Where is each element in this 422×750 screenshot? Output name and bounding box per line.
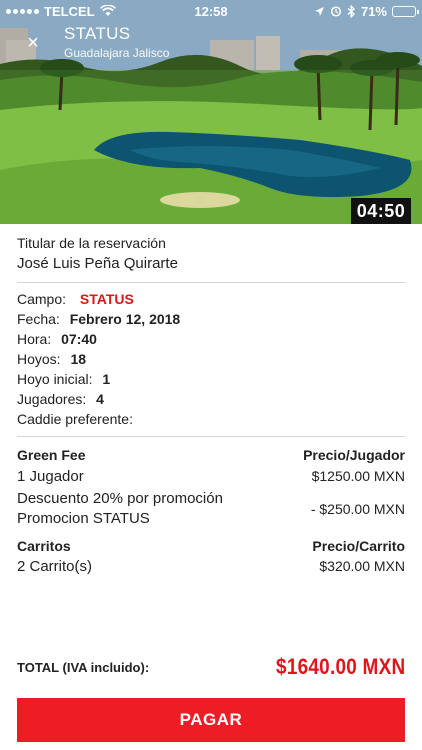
campo-value: STATUS — [79, 291, 134, 307]
green-fee-title: Green Fee — [17, 447, 86, 463]
discount-label-line1: Descuento 20% por promoción — [17, 490, 223, 507]
alarm-icon — [330, 6, 342, 17]
detail-hoyos: Hoyos: 18 — [17, 351, 86, 367]
countdown-timer: 04:50 — [351, 198, 411, 224]
carritos-line-value: $320.00 MXN — [319, 558, 405, 574]
divider — [17, 282, 405, 283]
fecha-value: Febrero 12, 2018 — [69, 311, 181, 327]
green-fee-line-value: $1250.00 MXN — [311, 468, 405, 484]
hoyos-label: Hoyos: — [17, 351, 61, 367]
hoyo-inicial-value: 1 — [102, 371, 111, 387]
wifi-icon — [99, 5, 116, 16]
carritos-header: Carritos Precio/Carrito — [17, 538, 405, 554]
status-right: 71% — [314, 3, 419, 19]
campo-label: Campo: — [17, 291, 67, 307]
carritos-title: Carritos — [17, 538, 71, 554]
discount-label: Descuento 20% por promoción Promocion ST… — [17, 489, 223, 529]
status-left: TELCEL — [6, 4, 116, 19]
detail-hoyo-inicial: Hoyo inicial: 1 — [17, 371, 110, 387]
caddie-label: Caddie preferente: — [17, 411, 133, 427]
holder-label: Titular de la reservación — [17, 235, 166, 251]
course-hero-image: TELCEL 12:58 71% × STATUS Guadalajara Ja… — [0, 0, 422, 224]
detail-campo: Campo: STATUS — [17, 291, 134, 307]
carritos-price-header: Precio/Carrito — [312, 538, 405, 554]
carritos-line: 2 Carrito(s) $320.00 MXN — [17, 558, 405, 575]
hoyo-inicial-label: Hoyo inicial: — [17, 371, 93, 387]
carritos-line-label: 2 Carrito(s) — [17, 558, 93, 575]
green-fee-header: Green Fee Precio/Jugador — [17, 447, 405, 463]
detail-caddie: Caddie preferente: — [17, 411, 139, 427]
page-title: STATUS — [64, 24, 131, 43]
discount-value: - $250.00 MXN — [310, 501, 405, 517]
green-fee-price-header: Precio/Jugador — [303, 447, 405, 463]
discount-line: Descuento 20% por promoción Promocion ST… — [17, 489, 405, 529]
close-icon[interactable]: × — [22, 32, 44, 54]
signal-dots-icon — [6, 8, 39, 14]
hora-label: Hora: — [17, 331, 52, 347]
total-value: $1640.00 MXN — [275, 654, 405, 679]
battery-icon — [392, 5, 419, 17]
hora-value: 07:40 — [61, 331, 97, 347]
discount-label-line2: Promocion STATUS — [17, 510, 150, 527]
total-row: TOTAL (IVA incluido): $1640.00 MXN — [17, 652, 405, 682]
pay-button[interactable]: PAGAR — [17, 698, 405, 742]
page-subtitle: Guadalajara Jalisco — [64, 46, 170, 60]
carrier-label: TELCEL — [44, 3, 95, 19]
green-fee-line-label: 1 Jugador — [17, 468, 84, 485]
detail-hora: Hora: 07:40 — [17, 331, 97, 347]
location-icon — [314, 6, 324, 16]
hoyos-value: 18 — [70, 351, 87, 367]
battery-percent: 71% — [360, 3, 387, 19]
green-fee-line: 1 Jugador $1250.00 MXN — [17, 468, 405, 485]
jugadores-label: Jugadores: — [17, 391, 87, 407]
bluetooth-icon — [347, 4, 355, 18]
fecha-label: Fecha: — [17, 311, 60, 327]
detail-fecha: Fecha: Febrero 12, 2018 — [17, 311, 180, 327]
status-bar: TELCEL 12:58 71% — [0, 0, 422, 22]
header-nav: × STATUS Guadalajara Jalisco — [0, 24, 422, 60]
total-label: TOTAL (IVA incluido): — [17, 659, 150, 675]
divider — [17, 436, 405, 437]
jugadores-value: 4 — [96, 391, 104, 407]
holder-name: José Luis Peña Quirarte — [17, 255, 178, 272]
detail-jugadores: Jugadores: 4 — [17, 391, 104, 407]
